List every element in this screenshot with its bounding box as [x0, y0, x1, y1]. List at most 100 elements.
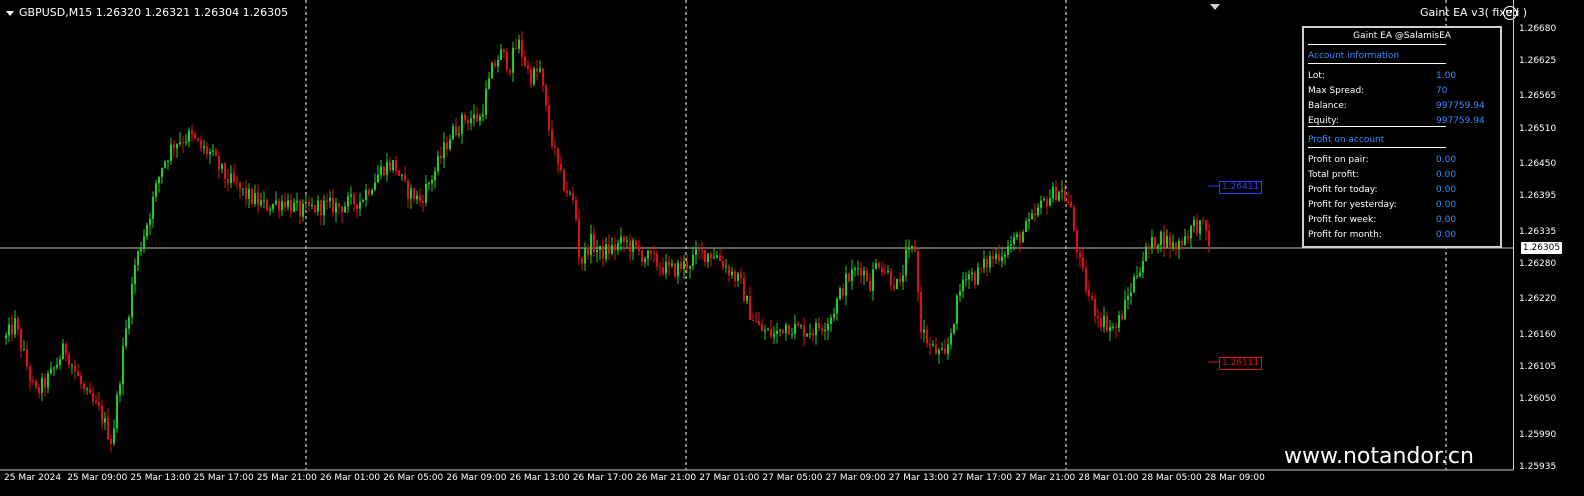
upper-level-tag[interactable]: 1.26411	[1219, 181, 1263, 194]
candle-body	[410, 188, 412, 199]
dropdown-triangle-icon[interactable]	[6, 10, 14, 16]
candle-body	[869, 281, 871, 291]
candle-body	[608, 244, 610, 254]
candle-body	[98, 402, 100, 406]
candle-body	[464, 114, 466, 121]
candle-body	[1148, 246, 1150, 249]
candle-body	[695, 249, 697, 255]
candle-body	[893, 285, 895, 290]
candle-body	[20, 329, 22, 350]
candle-body	[338, 203, 340, 207]
candle-body	[884, 271, 886, 273]
level-markers	[1208, 185, 1219, 363]
price-tick-label: 1.26160	[1519, 329, 1557, 340]
candle-body	[1187, 236, 1189, 239]
candle-body	[422, 200, 424, 203]
time-axis-label: 27 Mar 09:00	[825, 473, 886, 483]
candle-body	[329, 197, 331, 202]
candle-body	[920, 292, 922, 333]
candle-body	[1166, 235, 1168, 248]
candle-body	[887, 271, 889, 273]
balance-value: 997759.94	[1436, 101, 1485, 111]
candle-body	[731, 271, 733, 276]
candle-body	[737, 273, 739, 281]
candle-body	[1058, 191, 1060, 201]
candle-body	[1040, 200, 1042, 208]
time-axis-label: 27 Mar 21:00	[1015, 473, 1076, 483]
candle-body	[179, 142, 181, 145]
candle-body	[371, 189, 373, 195]
candle-body	[752, 319, 754, 321]
candle-body	[458, 133, 460, 135]
candle-body	[497, 59, 499, 67]
candle-body	[1094, 298, 1096, 316]
time-axis-label: 25 Mar 09:00	[67, 473, 128, 483]
time-axis-label: 26 Mar 17:00	[572, 473, 633, 483]
candle-body	[908, 247, 910, 250]
candle-body	[1145, 246, 1147, 262]
candle-body	[137, 251, 139, 266]
candle-body	[776, 330, 778, 335]
candle-body	[923, 329, 925, 333]
candle-body	[758, 321, 760, 325]
candle-body	[995, 254, 997, 260]
candle-body	[332, 197, 334, 213]
candle-body	[899, 278, 901, 282]
candle-body	[638, 245, 640, 252]
candle-body	[620, 236, 622, 244]
candle-body	[1016, 234, 1018, 238]
candle-body	[26, 349, 28, 367]
candle-body	[287, 200, 289, 208]
candle-body	[65, 343, 67, 355]
profit-month-value: 0.00	[1436, 230, 1457, 240]
candle-body	[161, 167, 163, 178]
candle-body	[1175, 242, 1177, 250]
candle-body	[779, 329, 781, 331]
candle-body	[1046, 198, 1048, 206]
candle-body	[434, 171, 436, 181]
candle-body	[476, 114, 478, 122]
chart-shift-marker	[1210, 4, 1220, 10]
candle-body	[215, 150, 217, 156]
candle-body	[92, 393, 94, 402]
candle-body	[551, 129, 553, 147]
candle-body	[833, 313, 835, 318]
symbol-info-bar[interactable]: GBPUSD,M15 1.26320 1.26321 1.26304 1.263…	[6, 6, 288, 19]
candle-body	[473, 114, 475, 119]
candle-body	[1172, 242, 1174, 249]
candle-body	[1181, 240, 1183, 245]
candle-body	[848, 273, 850, 282]
candle-body	[662, 267, 664, 274]
candle-body	[452, 126, 454, 140]
current-price-label: 1.26305	[1521, 242, 1562, 254]
candle-body	[248, 188, 250, 199]
candle-body	[119, 384, 121, 395]
candle-body	[1085, 267, 1087, 290]
candle-body	[1067, 201, 1069, 203]
candle-body	[89, 388, 91, 394]
candle-body	[224, 163, 226, 179]
candle-body	[524, 56, 526, 66]
candle-body	[794, 323, 796, 334]
equity-value: 997759.94	[1436, 116, 1485, 126]
candle-body	[152, 196, 154, 219]
candle-body	[116, 394, 118, 429]
price-tick-label: 1.26050	[1519, 394, 1557, 405]
candle-body	[149, 218, 151, 225]
time-axis-label: 27 Mar 13:00	[888, 473, 949, 483]
candle-body	[80, 376, 82, 385]
candle-body	[14, 318, 16, 335]
time-axis-label: 26 Mar 09:00	[446, 473, 507, 483]
lower-level-tag[interactable]: 1.26111	[1219, 357, 1263, 370]
candle-body	[164, 161, 166, 168]
candle-body	[299, 201, 301, 217]
candle-body	[194, 133, 196, 139]
candle-body	[1184, 236, 1186, 245]
candle-body	[326, 200, 328, 202]
candle-body	[1004, 254, 1006, 257]
time-axis-label: 26 Mar 21:00	[636, 473, 697, 483]
candle-body	[197, 138, 199, 141]
candle-body	[785, 324, 787, 333]
candle-body	[749, 295, 751, 320]
candle-body	[719, 255, 721, 261]
